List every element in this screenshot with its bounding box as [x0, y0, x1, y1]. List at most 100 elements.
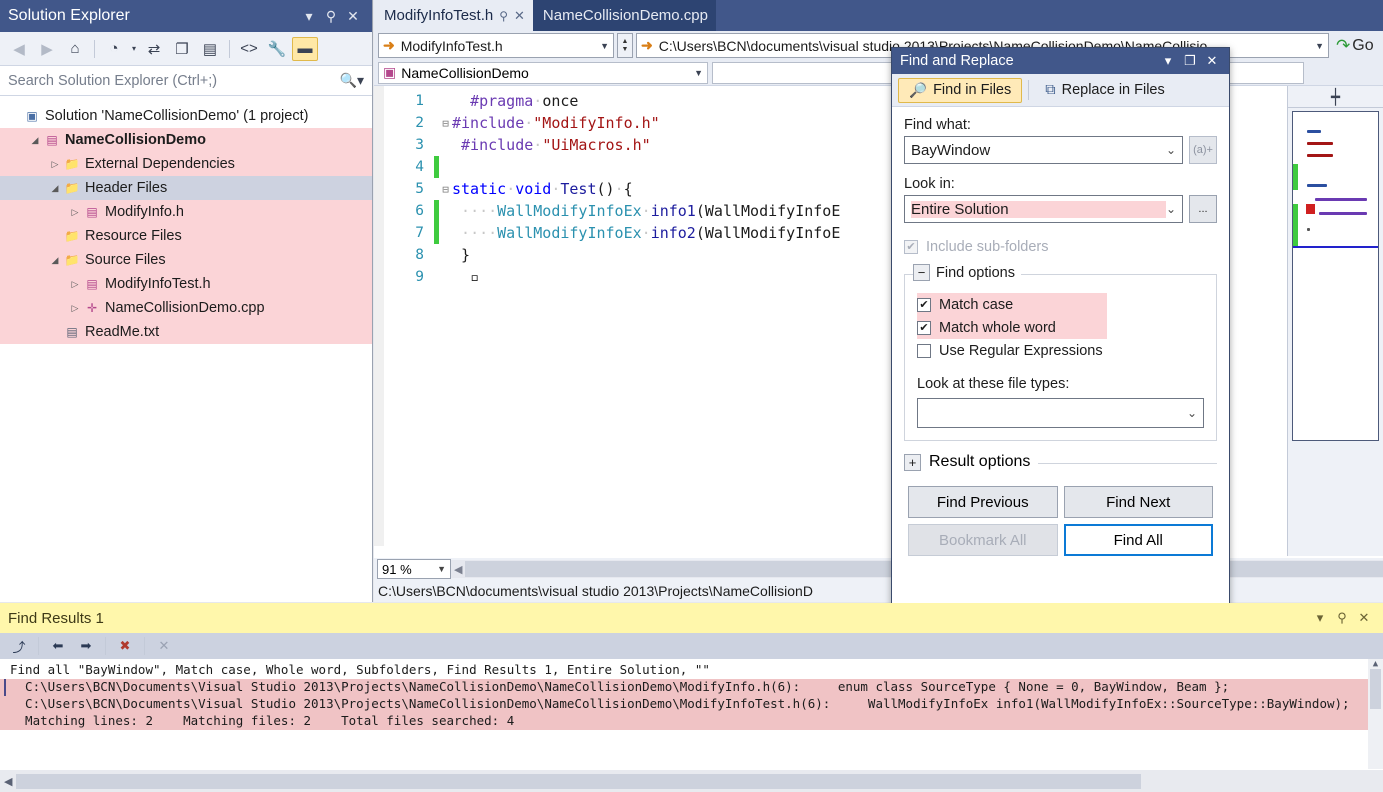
maximize-icon[interactable]: ❐ [1179, 53, 1201, 69]
forward-icon[interactable]: ▶ [34, 37, 60, 61]
result-line[interactable]: C:\Users\BCN\Documents\Visual Studio 201… [0, 679, 1383, 696]
include-subfolders-checkbox[interactable]: ✔ Include sub-folders [904, 235, 1217, 258]
find-previous-button[interactable]: Find Previous [908, 486, 1058, 518]
tree-item[interactable]: ▷✛NameCollisionDemo.cpp [0, 296, 372, 320]
option-checkbox[interactable]: ✔Match case [917, 293, 1107, 316]
chevron-down-icon[interactable]: ▼ [412, 564, 446, 574]
chevron-down-icon[interactable]: ⌄ [1166, 143, 1176, 157]
scroll-up-icon[interactable]: ▲ [1368, 659, 1383, 669]
expand-toggle-icon[interactable]: + [904, 454, 921, 471]
minimap-canvas[interactable] [1292, 111, 1379, 441]
expander-icon[interactable]: ◢ [48, 183, 62, 194]
results-horizontal-scrollbar[interactable]: ◀ [0, 770, 1383, 792]
browse-button[interactable]: ... [1189, 195, 1217, 223]
expander-icon[interactable]: ▷ [68, 207, 82, 218]
tree-item[interactable]: ▷▤ModifyInfo.h [0, 200, 372, 224]
home-icon[interactable]: ⌂ [62, 37, 88, 61]
code-line[interactable]: 6 ····WallModifyInfoEx·info1(WallModifyI… [374, 200, 1383, 222]
code-line[interactable]: 5⊟static·void·Test()·{ [374, 178, 1383, 200]
code-view-icon[interactable]: <> [236, 37, 262, 61]
tree-item[interactable]: ▷▤ModifyInfoTest.h [0, 272, 372, 296]
code-line[interactable]: 7 ····WallModifyInfoEx·info2(WallModifyI… [374, 222, 1383, 244]
close-icon[interactable]: ✕ [1201, 53, 1223, 69]
code-line[interactable]: 9 ▫ [374, 266, 1383, 288]
expander-icon[interactable]: ◢ [48, 255, 62, 266]
option-checkbox[interactable]: Use Regular Expressions [917, 339, 1204, 362]
splitter-icon[interactable]: ┿ [1288, 86, 1383, 108]
tree-item[interactable]: 📁Resource Files [0, 224, 372, 248]
fold-icon[interactable]: ⊟ [439, 183, 452, 196]
file-selector-combo[interactable]: ➜ ModifyInfoTest.h ▼ [378, 33, 614, 58]
search-icon[interactable]: 🔍▾ [340, 72, 364, 89]
expander-icon[interactable]: ▷ [48, 159, 62, 170]
tree-item[interactable]: ◢▤NameCollisionDemo [0, 128, 372, 152]
scroll-left-icon[interactable]: ◀ [451, 563, 465, 576]
tab-modifyinfotest-h[interactable]: ModifyInfoTest.h ⚲ ✕ [374, 0, 533, 31]
fold-icon[interactable]: ⊟ [439, 117, 452, 130]
result-line[interactable]: Matching lines: 2 Matching files: 2 Tota… [0, 713, 1383, 730]
scrollbar-thumb[interactable] [16, 774, 1141, 789]
tree-item[interactable]: ▤ReadMe.txt [0, 320, 372, 344]
option-checkbox[interactable]: ✔Match whole word [917, 316, 1107, 339]
chevron-down-icon[interactable]: ▼ [594, 41, 609, 51]
chevron-down-icon[interactable]: ▾ [129, 37, 139, 61]
cancel-icon[interactable]: ✕ [151, 635, 177, 657]
tab-namecollisiondemo-cpp[interactable]: NameCollisionDemo.cpp [533, 0, 716, 31]
code-editor[interactable]: 1 #pragma·once2⊟#include·"ModifyInfo.h"3… [374, 86, 1383, 546]
search-solution-explorer-input[interactable]: Search Solution Explorer (Ctrl+;) 🔍▾ [0, 66, 372, 96]
expander-icon[interactable]: ▷ [68, 303, 82, 314]
chevron-down-icon[interactable]: ▼ [694, 68, 703, 78]
panel-menu-icon[interactable]: ▾ [298, 8, 320, 25]
close-icon[interactable]: ✕ [342, 8, 364, 25]
scrollbar-thumb[interactable] [1370, 669, 1381, 709]
tree-item[interactable]: ▷📁External Dependencies [0, 152, 372, 176]
expander-icon[interactable]: ◢ [28, 135, 42, 146]
find-what-input[interactable]: BayWindow ⌄ [904, 136, 1183, 164]
code-line[interactable]: 1 #pragma·once [374, 90, 1383, 112]
preview-icon[interactable]: ▬ [292, 37, 318, 61]
file-types-combo[interactable]: ⌄ [917, 398, 1204, 428]
go-to-location-icon[interactable]: ⤴ [6, 635, 32, 657]
result-line[interactable]: C:\Users\BCN\Documents\Visual Studio 201… [0, 696, 1383, 713]
code-line[interactable]: 3 #include·"UiMacros.h" [374, 134, 1383, 156]
regex-builder-button[interactable]: (a)+ [1189, 136, 1217, 164]
pin-icon[interactable]: ⚲ [499, 9, 508, 23]
chevron-down-icon[interactable]: ⌄ [1187, 406, 1197, 420]
code-line[interactable]: 4 [374, 156, 1383, 178]
clear-all-icon[interactable]: ✖ [112, 635, 138, 657]
tab-find-in-files[interactable]: 🔎 Find in Files [898, 78, 1022, 103]
properties-icon[interactable]: 🔧 [264, 37, 290, 61]
result-line[interactable]: Find all "BayWindow", Match case, Whole … [0, 662, 1383, 679]
look-in-input[interactable]: Entire Solution ⌄ [904, 195, 1183, 223]
show-all-files-icon[interactable]: ▤ [197, 37, 223, 61]
zoom-level-combo[interactable]: 91 % ▼ [377, 559, 451, 579]
code-minimap[interactable]: ┿ [1287, 86, 1383, 556]
expander-icon[interactable]: ▷ [68, 279, 82, 290]
find-all-button[interactable]: Find All [1064, 524, 1214, 556]
scope-class-combo[interactable]: ▣ NameCollisionDemo ▼ [378, 62, 708, 84]
chevron-down-icon[interactable]: ▼ [1309, 41, 1324, 51]
results-vertical-scrollbar[interactable]: ▲ [1368, 659, 1383, 769]
dialog-menu-icon[interactable]: ▾ [1157, 53, 1179, 69]
tree-item[interactable]: ◢📁Header Files [0, 176, 372, 200]
find-next-button[interactable]: Find Next [1064, 486, 1214, 518]
find-results-list[interactable]: Find all "BayWindow", Match case, Whole … [0, 659, 1383, 769]
tree-item[interactable]: ◢📁Source Files [0, 248, 372, 272]
scroll-left-icon[interactable]: ◀ [0, 775, 16, 788]
code-line[interactable]: 2⊟#include·"ModifyInfo.h" [374, 112, 1383, 134]
next-location-icon[interactable]: ➡ [73, 635, 99, 657]
collapse-all-icon[interactable]: ❐ [169, 37, 195, 61]
collapse-toggle-icon[interactable]: − [913, 264, 930, 281]
tab-replace-in-files[interactable]: ⧉ Replace in Files [1035, 78, 1175, 103]
panel-menu-icon[interactable]: ▾ [1309, 610, 1331, 626]
minimap-viewport[interactable] [1293, 112, 1378, 248]
code-line[interactable]: 8 } [374, 244, 1383, 266]
sync-icon[interactable]: ◔ [101, 37, 127, 61]
bookmark-all-button[interactable]: Bookmark All [908, 524, 1058, 556]
previous-location-icon[interactable]: ⬅ [45, 635, 71, 657]
refresh-icon[interactable]: ⇄ [141, 37, 167, 61]
pin-icon[interactable]: ⚲ [1331, 610, 1353, 626]
go-button[interactable]: ↷ Go [1332, 33, 1382, 58]
pin-icon[interactable]: ⚲ [320, 8, 342, 25]
close-icon[interactable]: ✕ [1353, 610, 1375, 626]
